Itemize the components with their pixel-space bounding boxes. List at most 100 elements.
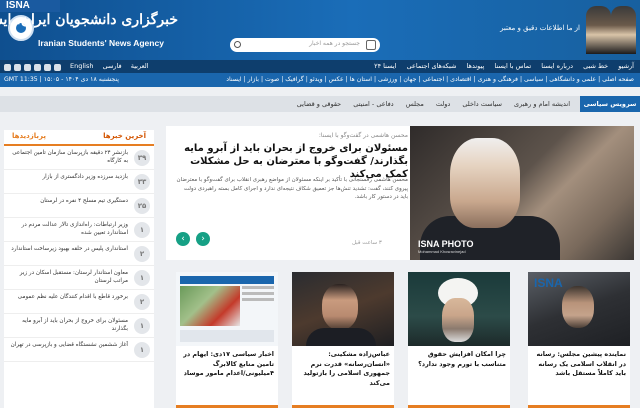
subnav-parliament[interactable]: مجلس <box>406 100 424 108</box>
search-placeholder: جستجو در همه اخبار <box>309 40 360 47</box>
item-rank: ۱ <box>134 222 150 238</box>
list-item[interactable]: ۱ مسئولان برای خروج از بحران باید از آبرو… <box>4 314 154 338</box>
item-title[interactable]: معاون استاندار لرستان: مستقبل اسکان در ز… <box>8 269 128 287</box>
card-watermark: ISNA <box>534 276 563 290</box>
top-nav-items: آرشیو خط شبی درباره ایسنا تماس با ایسنا … <box>366 60 634 73</box>
prev-arrow-icon[interactable]: ‹ <box>176 232 190 246</box>
photo-subject-face <box>450 138 520 228</box>
subnav-domestic[interactable]: سیاست داخلی <box>462 100 502 108</box>
list-item[interactable]: ۱ وزیر ارتباطات: راه‌اندازی تالار عدالت م… <box>4 218 154 242</box>
telegram-icon[interactable] <box>4 64 11 71</box>
subnav-imam[interactable]: اندیشه امام و رهبری <box>514 100 570 108</box>
item-title[interactable]: بازنشر ۲۴ دقیقه بازپرسان سازمان تامین اج… <box>8 149 128 167</box>
nav-archive[interactable]: آرشیو <box>618 62 634 70</box>
news-sidebar: آخرین خبرها پربازدیدها ۳۹ بازنشر ۲۴ دقیقه… <box>4 130 154 408</box>
item-title[interactable]: مسئولان برای خروج از بحران باید از آبرو … <box>8 317 128 335</box>
item-title[interactable]: استانداری پلیس در حلقه بهبود زیرساخت است… <box>8 245 128 263</box>
item-title[interactable]: دستگیری تیم مسلح ۴ نفره در لرستان <box>8 197 128 215</box>
news-card[interactable]: ISNA نماینده پیشین مجلس: رسانه در انقلاب… <box>528 272 630 408</box>
nav-contact[interactable]: تماس با ایسنا <box>494 62 531 70</box>
item-rank: ۲ <box>134 246 150 262</box>
list-item[interactable]: ۲۵ دستگیری تیم مسلح ۴ نفره در لرستان <box>4 194 154 218</box>
item-rank: ۳۳ <box>134 174 150 190</box>
item-rank: ۲۵ <box>134 198 150 214</box>
item-title[interactable]: آغاز ششمین نشستگاه قضایی و بازپرسی در ته… <box>8 341 128 359</box>
top-nav: English العربیة فارسی آرشیو خط شبی دربار… <box>0 60 640 73</box>
subnav-defense[interactable]: دفاعی - امنیتی <box>353 100 393 108</box>
subnav-government[interactable]: دولت <box>436 100 450 108</box>
list-item[interactable]: ۳۳ بازدید سرزده وزیر دادگستری از بازار <box>4 170 154 194</box>
item-rank: ۱ <box>134 342 150 358</box>
featured-kicker: محسن هاشمی در گفت‌وگو با ایسنا: <box>318 132 408 139</box>
calendar-icon[interactable] <box>366 40 376 50</box>
item-title[interactable]: برخورد قاطع با اقدام کنندگان علیه نظم عم… <box>8 293 128 311</box>
search-icon[interactable] <box>234 41 241 48</box>
nav-night-line[interactable]: خط شبی <box>583 62 608 70</box>
nav-links[interactable]: پیوندها <box>467 62 485 70</box>
youtube-icon[interactable] <box>44 64 51 71</box>
featured-image[interactable]: ISNA PHOTO Mohammad Khosravinejad <box>410 126 634 260</box>
subnav-legal[interactable]: حقوقی و قضایی <box>297 100 341 108</box>
screenshot-line <box>242 292 274 295</box>
photo-subject <box>322 284 358 330</box>
section-subnav: سرویس سیاسی اندیشه امام و رهبری سیاست دا… <box>0 96 640 112</box>
twitter-icon[interactable] <box>24 64 31 71</box>
watermark-text: ISNA PHOTO <box>418 239 474 249</box>
featured-story[interactable]: ISNA PHOTO Mohammad Khosravinejad محسن ها… <box>166 126 634 260</box>
list-item[interactable]: ۲ برخورد قاطع با اقدام کنندگان علیه نظم ع… <box>4 290 154 314</box>
lang-arabic[interactable]: العربیة <box>131 62 149 70</box>
category-nav: پنجشنبه ۱۸ دی ۱۴۰۴ - ۱۵:۰۵ | GMT 11:35 ص… <box>0 73 640 87</box>
list-item[interactable]: ۱ آغاز ششمین نشستگاه قضایی و بازپرسی در ت… <box>4 338 154 362</box>
service-title[interactable]: سرویس سیاسی <box>580 96 640 112</box>
list-item[interactable]: ۱ معاون استاندار لرستان: مستقبل اسکان در … <box>4 266 154 290</box>
item-title[interactable]: وزیر ارتباطات: راه‌اندازی تالار عدالت مر… <box>8 221 129 239</box>
screenshot-footer <box>180 330 274 342</box>
leader-portraits <box>586 6 636 54</box>
subnav-items: اندیشه امام و رهبری سیاست داخلی دولت مجل… <box>287 96 570 112</box>
nav-social[interactable]: شبکه‌های اجتماعی <box>407 62 457 70</box>
card-title[interactable]: عباس‌زاده مشکینی: «انسان‌رسانه» قدرت نرم… <box>292 346 394 390</box>
brand-name-fa[interactable]: خبرگزاری دانشجویان ایران، ایسنا <box>0 12 178 28</box>
news-card[interactable]: عباس‌زاده مشکینی: «انسان‌رسانه» قدرت نرم… <box>292 272 394 408</box>
lang-english[interactable]: English <box>70 62 93 70</box>
news-card[interactable]: اخبار سیاسی ۱۷دی: ایهام در تامین منابع ک… <box>176 272 278 408</box>
search-input[interactable]: جستجو در همه اخبار <box>230 38 380 52</box>
lang-persian[interactable]: فارسی <box>103 62 122 70</box>
item-rank: ۲ <box>134 294 150 310</box>
card-title[interactable]: چرا امکان افزایش حقوق متناسب با تورم وجو… <box>408 346 510 390</box>
card-image[interactable] <box>408 272 510 346</box>
card-title[interactable]: نماینده پیشین مجلس: رسانه در انقلاب اسلا… <box>528 346 630 390</box>
photo-subject-suit <box>306 328 376 346</box>
screenshot-line <box>242 286 274 289</box>
language-switcher: English العربیة فارسی <box>70 60 156 73</box>
rss-icon[interactable] <box>54 64 61 71</box>
news-card[interactable]: چرا امکان افزایش حقوق متناسب با تورم وجو… <box>408 272 510 408</box>
date-time: پنجشنبه ۱۸ دی ۱۴۰۴ - ۱۵:۰۵ | GMT 11:35 <box>4 76 119 83</box>
brand-name-en[interactable]: Iranian Students' News Agency <box>38 38 164 48</box>
list-item[interactable]: ۳۹ بازنشر ۲۴ دقیقه بازپرسان سازمان تامین … <box>4 146 154 170</box>
next-arrow-icon[interactable]: › <box>196 232 210 246</box>
screenshot-line <box>242 298 274 301</box>
facebook-icon[interactable] <box>34 64 41 71</box>
tab-latest-news[interactable]: آخرین خبرها <box>103 132 146 140</box>
screenshot-header <box>180 276 274 284</box>
list-item[interactable]: ۲ استانداری پلیس در حلقه بهبود زیرساخت اس… <box>4 242 154 266</box>
card-image[interactable]: ISNA <box>528 272 630 346</box>
card-image[interactable] <box>292 272 394 346</box>
sidebar-tabs: آخرین خبرها پربازدیدها <box>4 130 154 146</box>
instagram-icon[interactable] <box>14 64 21 71</box>
category-links[interactable]: صفحه اصلی | علمی و دانشگاهی | سیاسی | فر… <box>226 73 634 87</box>
nav-about[interactable]: درباره ایسنا <box>541 62 573 70</box>
site-header: ISNA خبرگزاری دانشجویان ایران، ایسنا Ira… <box>0 0 640 60</box>
header-slogan: از ما اطلاعات دقیق و معتبر <box>500 24 580 32</box>
photo-subject <box>442 298 474 342</box>
card-image[interactable] <box>176 272 278 346</box>
tab-most-viewed[interactable]: پربازدیدها <box>12 132 46 140</box>
card-title[interactable]: اخبار سیاسی ۱۷دی: ایهام در تامین منابع ک… <box>176 346 278 390</box>
isna-tab[interactable]: ISNA <box>0 0 60 12</box>
nav-isna24[interactable]: ایسنا ۲۴ <box>374 62 396 70</box>
featured-lead: محسن هاشمی رفسنجانی با تأکید بر اینکه مس… <box>176 177 409 200</box>
item-title[interactable]: بازدید سرزده وزیر دادگستری از بازار <box>8 173 128 191</box>
photo-subject <box>562 286 594 328</box>
portrait-image <box>586 6 611 54</box>
